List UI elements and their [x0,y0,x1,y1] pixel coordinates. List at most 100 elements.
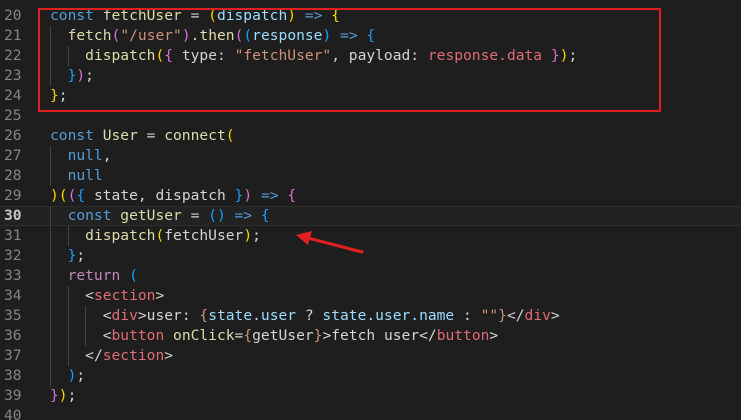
line-number: 31 [4,227,22,244]
code-line[interactable]: 27 null, [0,146,741,166]
code-token: => [225,207,261,224]
line-number: 33 [4,267,22,284]
line-number: 21 [4,27,22,44]
indent-guide [50,366,51,386]
code-text[interactable]: return ( [50,266,138,286]
code-text[interactable]: null, [50,146,112,166]
code-token: dispatch [85,227,156,244]
code-line[interactable]: 26 const User = connect( [0,126,741,146]
line-number: 37 [4,347,22,364]
indent-guide [67,326,69,346]
line-number: 32 [4,247,22,264]
code-editor[interactable]: 40 39}); 38 ); 37 </section> 36 <button onCl… [0,0,741,420]
code-text[interactable]: null [50,166,103,186]
code-line[interactable]: 36 <button onClick={getUser}>fetch user<… [0,326,741,346]
code-token: button [111,327,165,344]
code-token: < [102,327,112,344]
line-number: 25 [4,107,22,124]
code-line[interactable]: 33 return ( [0,266,741,286]
code-token: "" [480,307,499,324]
code-token: ; [76,247,86,264]
code-text[interactable]: }; [50,246,86,266]
line-number: 24 [4,87,22,104]
code-line[interactable]: 40 [0,406,741,420]
code-token: getUser [120,207,182,224]
indent-guide [67,346,69,366]
indent-guide [85,326,87,346]
line-number: 22 [4,47,22,64]
code-token: > [322,327,332,344]
code-token: { [260,207,270,224]
line-number: 28 [4,167,22,184]
code-token: ( [129,267,138,284]
highlight-box-annotation [38,8,661,112]
code-line[interactable]: 38 ); [0,366,741,386]
code-text[interactable]: ); [50,366,86,386]
code-token: button [436,327,490,344]
code-token: ( [155,227,165,244]
indent-guide [50,146,51,166]
code-token: fetch user [331,327,420,344]
indent-guide [50,26,51,46]
indent-guide [67,286,69,306]
line-number: 34 [4,287,22,304]
code-token: state.user.name [322,307,455,324]
code-text[interactable]: }); [50,386,76,406]
indent-guide [50,246,51,266]
code-token: fetchUser [164,227,244,244]
code-token: section [102,347,165,364]
code-token: > [164,347,174,364]
code-token: onClick [173,327,235,344]
code-token: ( [58,187,68,204]
code-token: = [137,127,165,144]
code-line[interactable]: 31 dispatch(fetchUser); [0,226,741,246]
code-token: : [454,307,481,324]
indent-guide [50,226,51,246]
code-token: > [155,287,165,304]
code-token: state, dispatch [85,187,235,204]
code-text[interactable]: const getUser = () => { [50,206,270,226]
code-token: null [67,147,103,164]
code-token: User [102,127,138,144]
code-text[interactable]: <button onClick={getUser}>fetch user</bu… [50,326,499,346]
indent-guide [50,266,51,286]
code-token: > [489,327,499,344]
line-number: 26 [4,127,22,144]
code-token: < [102,307,112,324]
code-line[interactable]: 34 <section> [0,286,741,306]
code-line[interactable]: 28 null [0,166,741,186]
code-line[interactable]: 35 <div>user: {state.user ? state.user.n… [0,306,741,326]
code-token: { [199,307,209,324]
code-token: return [67,267,121,284]
code-line[interactable]: 30 const getUser = () => { [0,206,741,226]
code-line[interactable]: 29)(({ state, dispatch }) => { [0,186,741,206]
indent-guide [50,46,51,66]
code-token: < [85,287,94,304]
code-token: } [50,387,59,404]
code-token: state.user [208,307,297,324]
code-token: , [102,147,112,164]
indent-guide [67,306,69,326]
code-token: div [524,307,551,324]
code-token: } [498,307,507,324]
code-line[interactable]: 37 </section> [0,346,741,366]
code-text[interactable]: <div>user: {state.user ? state.user.name… [50,306,560,326]
code-token: ( [225,127,235,144]
indent-guide [85,306,87,326]
code-token: ( [208,207,217,224]
line-number: 39 [4,387,22,404]
line-number: 40 [4,407,22,420]
indent-guide [50,206,51,226]
code-text[interactable]: const User = connect( [50,126,235,146]
code-token: { [243,327,253,344]
code-line[interactable]: 32 }; [0,246,741,266]
code-text[interactable]: )(({ state, dispatch }) => { [50,186,296,206]
code-token: > [137,307,147,324]
indent-guide [50,66,51,86]
code-text[interactable]: dispatch(fetchUser); [50,226,261,246]
code-line[interactable]: 39}); [0,386,741,406]
